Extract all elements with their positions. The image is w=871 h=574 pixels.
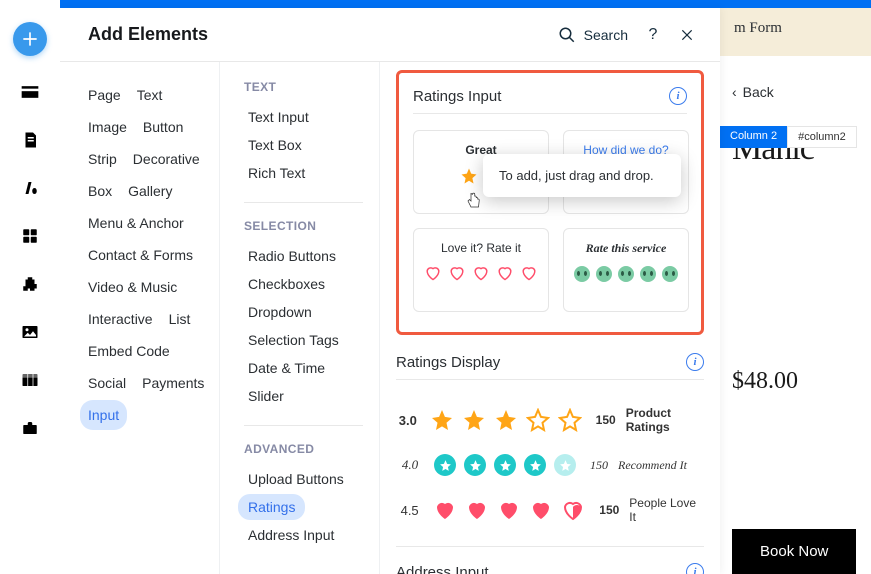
- plus-icon: [20, 29, 40, 49]
- elements-preview-column: Ratings Input i Great How di: [380, 62, 720, 574]
- subcategory-item[interactable]: Address Input: [238, 522, 344, 548]
- subcategory-item[interactable]: Radio Buttons: [238, 243, 346, 269]
- info-icon[interactable]: i: [686, 353, 704, 371]
- drag-drop-tooltip: To add, just drag and drop.: [483, 154, 681, 197]
- category-item[interactable]: Strip: [80, 144, 125, 174]
- category-item[interactable]: Button: [135, 112, 191, 142]
- subcategory-group-label: SELECTION: [244, 219, 379, 233]
- category-item[interactable]: Text: [129, 80, 171, 110]
- category-item[interactable]: Page: [80, 80, 129, 110]
- subcategory-item[interactable]: Rich Text: [238, 160, 315, 186]
- search-icon: [558, 26, 576, 44]
- subcategory-item[interactable]: Upload Buttons: [238, 466, 354, 492]
- rail-section-icon[interactable]: [18, 80, 42, 104]
- category-item[interactable]: List: [161, 304, 199, 334]
- editor-left-rail: [0, 0, 60, 574]
- rating-card-aliens[interactable]: Rate this service: [563, 228, 689, 312]
- rail-media-icon[interactable]: [18, 320, 42, 344]
- section-title: Address Input: [396, 564, 686, 574]
- category-column: PageTextImageButton StripDecorativeBoxGal…: [60, 62, 220, 574]
- help-button[interactable]: ?: [644, 26, 662, 44]
- info-icon[interactable]: i: [669, 87, 687, 105]
- top-accent-bar: [60, 0, 871, 8]
- category-item[interactable]: Decorative: [125, 144, 208, 174]
- subcategory-item[interactable]: Ratings: [238, 494, 305, 520]
- subcategory-item[interactable]: Dropdown: [238, 299, 322, 325]
- panel-title: Add Elements: [88, 24, 558, 45]
- product-price: $48.00: [732, 368, 871, 395]
- rail-text-icon[interactable]: [18, 176, 42, 200]
- info-icon[interactable]: i: [686, 563, 704, 574]
- rail-data-icon[interactable]: [18, 368, 42, 392]
- subcategory-item[interactable]: Text Input: [238, 104, 319, 130]
- section-title: Ratings Display: [396, 354, 686, 371]
- close-button[interactable]: [678, 26, 696, 44]
- subcategory-item[interactable]: Text Box: [238, 132, 312, 158]
- subcategory-column: TEXT Text InputText BoxRich Text SELECTION…: [220, 62, 380, 574]
- rail-plugin-icon[interactable]: [18, 272, 42, 296]
- subcategory-item[interactable]: Slider: [238, 383, 294, 409]
- book-now-button[interactable]: Book Now: [732, 529, 856, 574]
- rating-display-stars[interactable]: 3.0 150 Product Ratings: [396, 396, 704, 444]
- page-header-text: m Form: [720, 0, 871, 56]
- subcategory-item[interactable]: Checkboxes: [238, 271, 335, 297]
- panel-header: Add Elements Search ?: [60, 8, 720, 62]
- add-elements-panel: Add Elements Search ? PageTextImageButto…: [60, 8, 720, 574]
- subcategory-item[interactable]: Selection Tags: [238, 327, 349, 353]
- category-item[interactable]: Payments: [134, 368, 212, 398]
- rating-display-circles[interactable]: 4.0 150 Recommend It: [396, 444, 704, 486]
- rail-business-icon[interactable]: [18, 416, 42, 440]
- ratings-input-section: Ratings Input i Great How di: [396, 70, 704, 335]
- rating-display-hearts[interactable]: 4.5 150 People Love It: [396, 486, 704, 534]
- category-item[interactable]: Video & Music: [80, 272, 185, 302]
- category-item[interactable]: Menu & Anchor: [80, 208, 192, 238]
- category-item[interactable]: Social: [80, 368, 134, 398]
- category-item[interactable]: Input: [80, 400, 127, 430]
- ratings-display-section: Ratings Display i 3.0 150 Product Rat: [396, 353, 704, 574]
- category-item[interactable]: Embed Code: [80, 336, 178, 366]
- cursor-pointer-icon: [465, 192, 483, 210]
- rating-card-hearts[interactable]: Love it? Rate it: [413, 228, 549, 312]
- chevron-left-icon: ‹: [732, 84, 737, 100]
- column-selection-tags: Column 2 #column2: [720, 126, 857, 148]
- subcategory-item[interactable]: Date & Time: [238, 355, 335, 381]
- column-id-tag[interactable]: #column2: [787, 126, 857, 148]
- category-item[interactable]: Image: [80, 112, 135, 142]
- category-item[interactable]: Box: [80, 176, 120, 206]
- canvas-background: m Form ‹ Back Manic $48.00 Book Now: [720, 0, 871, 574]
- add-elements-button[interactable]: [13, 22, 47, 56]
- category-item[interactable]: Contact & Forms: [80, 240, 201, 270]
- column-label-tag[interactable]: Column 2: [720, 126, 787, 148]
- section-title: Ratings Input: [413, 88, 669, 105]
- subcategory-group-label: TEXT: [244, 80, 379, 94]
- category-item[interactable]: Gallery: [120, 176, 180, 206]
- rail-apps-icon[interactable]: [18, 224, 42, 248]
- subcategory-group-label: ADVANCED: [244, 442, 379, 456]
- category-item[interactable]: Interactive: [80, 304, 161, 334]
- back-link[interactable]: ‹ Back: [732, 84, 871, 100]
- rail-page-icon[interactable]: [18, 128, 42, 152]
- search-button[interactable]: Search: [558, 26, 628, 44]
